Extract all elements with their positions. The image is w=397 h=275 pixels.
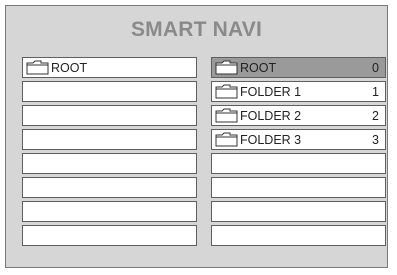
right-item-folder-2[interactable]: FOLDER 2 2 (211, 105, 386, 126)
right-item-empty[interactable] (211, 225, 386, 246)
left-item-empty[interactable] (22, 225, 197, 246)
folder-icon (26, 60, 49, 75)
item-count: 2 (372, 108, 379, 123)
smart-navi-window: SMART NAVI ROOT ROOT 0 FOLDER 1 1 FOLDER… (5, 5, 388, 268)
right-item-label: FOLDER 2 (240, 108, 302, 123)
right-item-label: ROOT (240, 60, 277, 75)
left-item-label: ROOT (51, 60, 88, 75)
item-count: 3 (372, 132, 379, 147)
right-item-label: FOLDER 3 (240, 132, 302, 147)
right-item-folder-1[interactable]: FOLDER 1 1 (211, 81, 386, 102)
right-panel: ROOT 0 FOLDER 1 1 FOLDER 2 2 FOLDER 3 3 (211, 57, 386, 249)
item-count: 1 (372, 84, 379, 99)
right-item-empty[interactable] (211, 201, 386, 222)
right-item-folder-3[interactable]: FOLDER 3 3 (211, 129, 386, 150)
left-item-empty[interactable] (22, 177, 197, 198)
left-item-empty[interactable] (22, 81, 197, 102)
folder-icon (215, 60, 238, 75)
right-item-root[interactable]: ROOT 0 (211, 57, 386, 78)
left-item-empty[interactable] (22, 201, 197, 222)
left-item-empty[interactable] (22, 129, 197, 150)
folder-icon (215, 132, 238, 147)
page-title: SMART NAVI (130, 18, 263, 41)
folder-icon (215, 84, 238, 99)
right-item-empty[interactable] (211, 177, 386, 198)
left-item-empty[interactable] (22, 153, 197, 174)
item-count: 0 (372, 60, 379, 75)
left-item-root[interactable]: ROOT (22, 57, 197, 78)
left-panel: ROOT (22, 57, 197, 249)
folder-icon (215, 108, 238, 123)
left-item-empty[interactable] (22, 105, 197, 126)
right-item-label: FOLDER 1 (240, 84, 302, 99)
right-item-empty[interactable] (211, 153, 386, 174)
